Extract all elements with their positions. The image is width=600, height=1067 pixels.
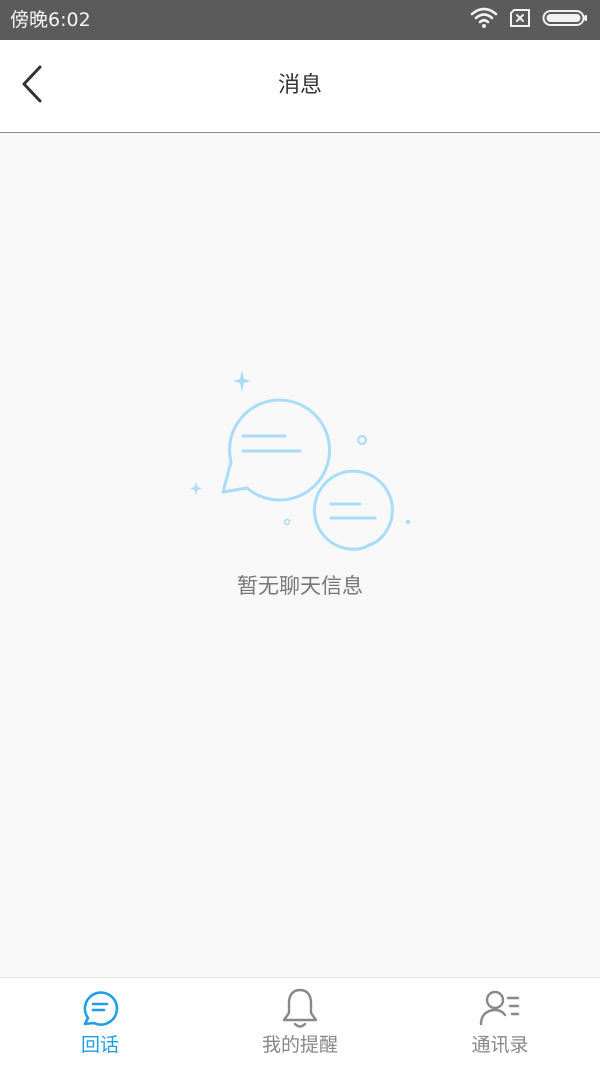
- tab-conversations[interactable]: 回话: [0, 978, 200, 1067]
- message-list-area: 暂无聊天信息: [0, 134, 600, 977]
- sim-card-icon: [508, 8, 532, 32]
- tab-my-reminders[interactable]: 我的提醒: [200, 978, 400, 1067]
- bell-icon: [278, 986, 322, 1030]
- tab-label: 通讯录: [471, 1034, 529, 1056]
- bottom-tab-bar: 回话 我的提醒 通讯录: [0, 977, 600, 1067]
- tab-label: 回话: [80, 1034, 119, 1056]
- battery-icon: [542, 8, 588, 32]
- contacts-icon: [478, 986, 522, 1030]
- chat-bubble-icon: [78, 986, 122, 1030]
- status-time: 傍晚6:02: [10, 9, 91, 31]
- status-icons: [470, 7, 588, 33]
- wifi-icon: [470, 7, 498, 33]
- status-bar: 傍晚6:02: [0, 0, 600, 40]
- header: 消息: [0, 40, 600, 133]
- empty-state-message: 暂无聊天信息: [237, 574, 363, 598]
- tab-label: 我的提醒: [261, 1034, 338, 1056]
- chat-bubbles-icon: [185, 366, 415, 566]
- page-title: 消息: [277, 73, 322, 98]
- tab-contacts[interactable]: 通讯录: [400, 978, 600, 1067]
